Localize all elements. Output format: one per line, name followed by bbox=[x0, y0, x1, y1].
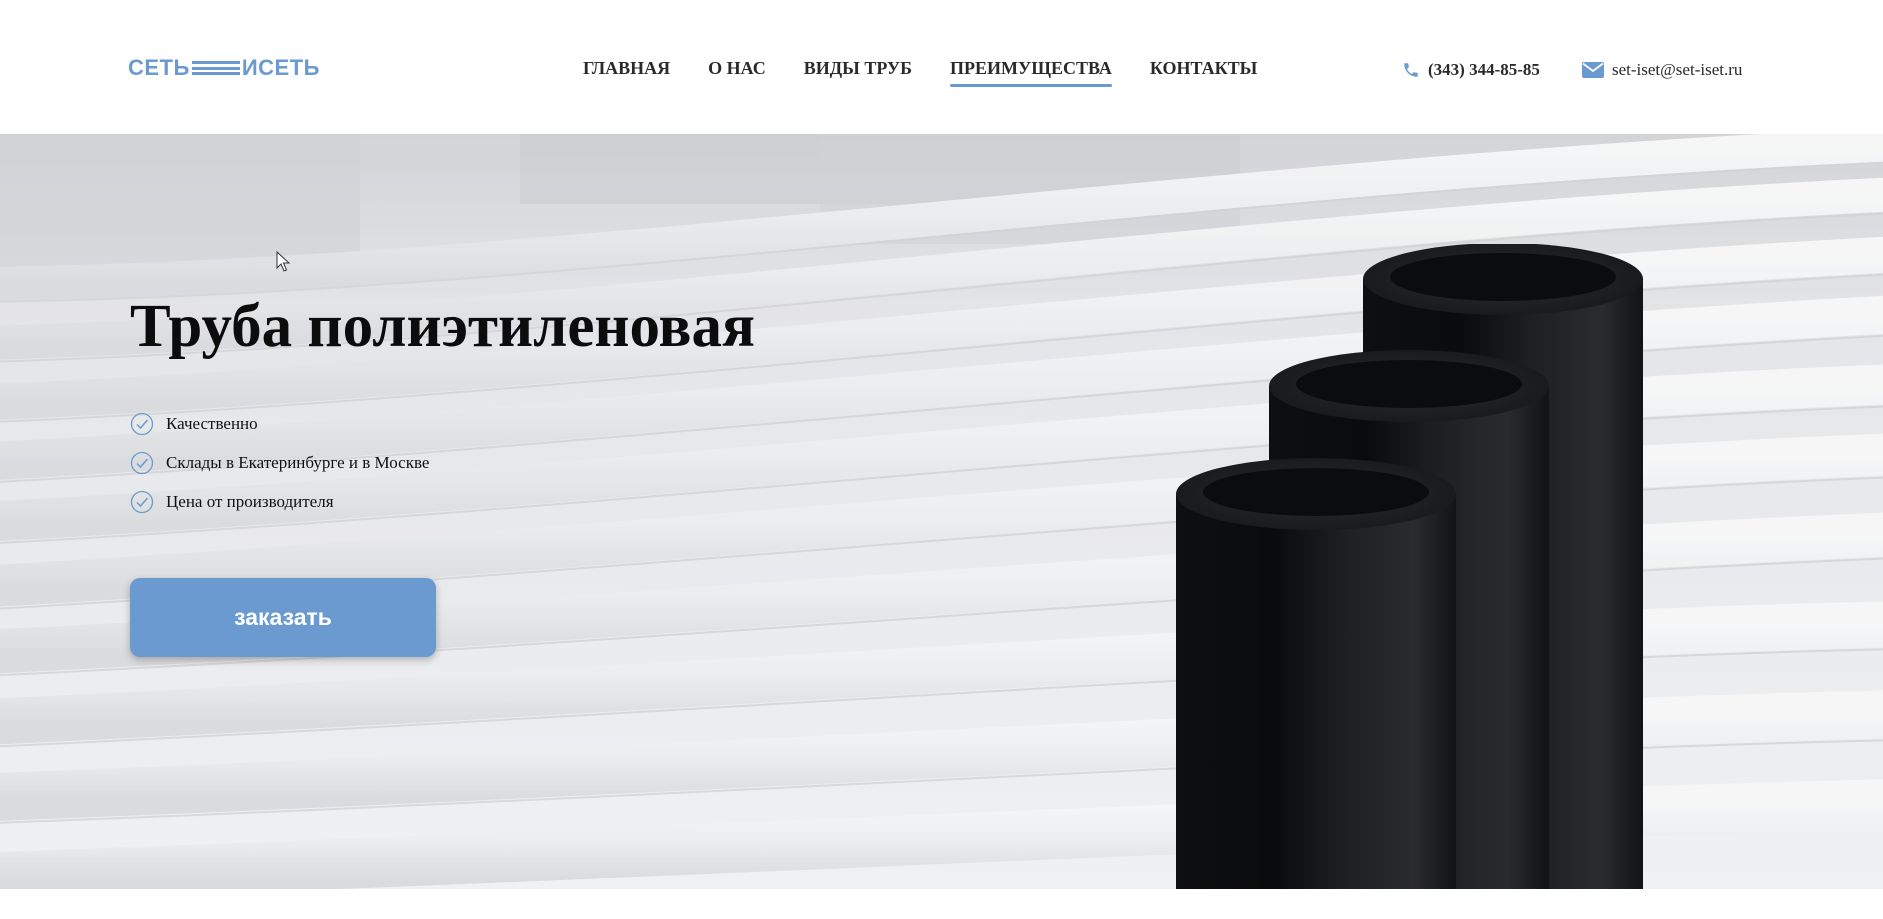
check-circle-icon bbox=[130, 490, 154, 513]
feature-item: Склады в Екатеринбурге и в Москве bbox=[130, 443, 429, 482]
mouse-cursor-icon bbox=[276, 251, 290, 272]
hero-title: Труба полиэтиленовая bbox=[130, 293, 755, 360]
logo[interactable]: СЕТЬ ИСЕТЬ bbox=[128, 55, 320, 80]
hero-section: Труба полиэтиленовая Качественно Склады … bbox=[0, 134, 1883, 889]
phone-contact[interactable]: (343) 344-85-85 bbox=[1402, 60, 1540, 80]
email-contact[interactable]: set-iset@set-iset.ru bbox=[1582, 60, 1742, 80]
feature-item: Цена от производителя bbox=[130, 482, 429, 521]
nav-item-pipe-types[interactable]: ВИДЫ ТРУБ bbox=[804, 58, 912, 87]
logo-text-left: СЕТЬ bbox=[128, 55, 190, 80]
feature-text: Качественно bbox=[166, 413, 258, 433]
logo-bars-icon bbox=[191, 59, 240, 77]
pipe-front bbox=[1176, 458, 1456, 889]
phone-icon bbox=[1404, 63, 1418, 77]
email-address: set-iset@set-iset.ru bbox=[1612, 60, 1743, 79]
site-header: СЕТЬ ИСЕТЬ ГЛАВНАЯ О НАС ВИДЫ ТРУБ ПРЕИМ… bbox=[0, 0, 1883, 134]
logo-text-right: ИСЕТЬ bbox=[241, 55, 320, 80]
nav-item-advantages[interactable]: ПРЕИМУЩЕСТВА bbox=[950, 58, 1112, 87]
phone-number: (343) 344-85-85 bbox=[1428, 60, 1540, 79]
nav-item-home[interactable]: ГЛАВНАЯ bbox=[583, 58, 670, 87]
order-button[interactable]: заказать bbox=[130, 578, 436, 657]
mail-icon bbox=[1582, 62, 1604, 78]
feature-item: Качественно bbox=[130, 404, 429, 443]
check-circle-icon bbox=[130, 412, 154, 435]
feature-text: Цена от производителя bbox=[166, 491, 334, 511]
nav-item-about[interactable]: О НАС bbox=[708, 58, 766, 87]
main-nav: ГЛАВНАЯ О НАС ВИДЫ ТРУБ ПРЕИМУЩЕСТВА КОН… bbox=[583, 58, 1295, 87]
nav-item-contacts[interactable]: КОНТАКТЫ bbox=[1150, 58, 1257, 87]
feature-text: Склады в Екатеринбурге и в Москве bbox=[166, 452, 430, 472]
check-circle-icon bbox=[130, 451, 154, 474]
feature-list: Качественно Склады в Екатеринбурге и в М… bbox=[130, 404, 429, 521]
pipes-illustration bbox=[1176, 244, 1643, 889]
